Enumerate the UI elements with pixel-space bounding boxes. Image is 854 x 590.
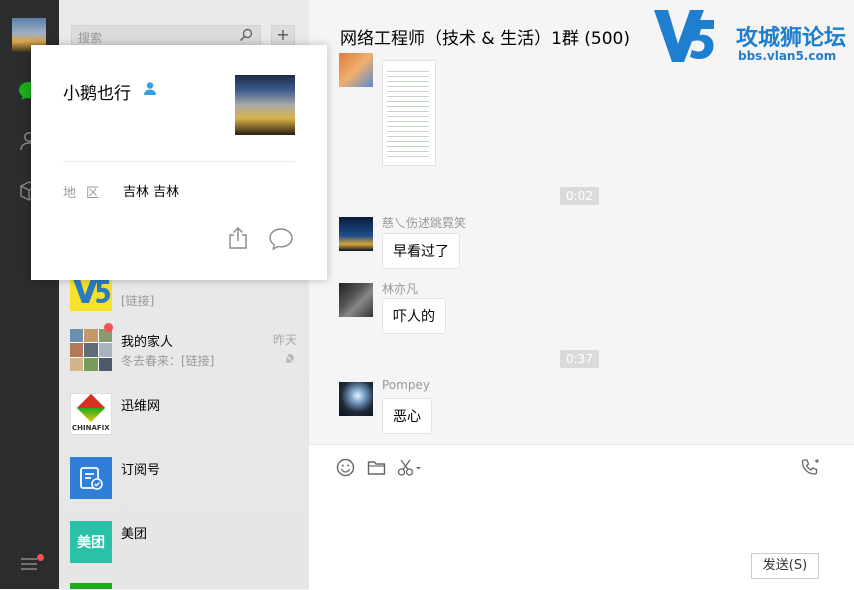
profile-photo[interactable] [235, 75, 295, 135]
message-sender: 林亦凡 [382, 282, 419, 296]
emoji-icon[interactable] [336, 458, 355, 481]
message-bubble: 早看过了 [382, 233, 460, 269]
message-bubble: 恶心 [382, 398, 432, 434]
search-icon [238, 27, 254, 43]
profile-name: 小鹅也行 [63, 84, 131, 104]
add-chat-button[interactable]: + [271, 25, 295, 46]
contact-avatar-partial [70, 583, 112, 589]
chinafix-logo-text: CHINAFIX [72, 424, 110, 432]
share-icon[interactable] [228, 226, 248, 254]
message-avatar [339, 53, 373, 87]
message-avatar [339, 283, 373, 317]
message-sender: 慈乀伤述跳霓笑 [382, 216, 467, 230]
list-item[interactable]: CHINAFIX 迅维网 [59, 385, 309, 449]
contact-avatar: 美团 [70, 521, 112, 563]
timestamp: 0:02 [560, 187, 599, 205]
unread-badge [104, 323, 113, 332]
list-item[interactable]: 我的家人 冬去春来：[链接] 昨天 [59, 321, 309, 385]
contact-name: 美团 [121, 527, 148, 542]
message-sender: Pompey [382, 378, 430, 392]
screenshot-scissors-icon[interactable] [397, 458, 423, 481]
message-avatar [339, 382, 373, 416]
mute-bell-icon [283, 351, 297, 370]
card-divider [63, 161, 295, 162]
menu-notification-dot [37, 554, 44, 561]
region-value: 吉林 吉林 [123, 185, 180, 200]
list-item[interactable]: 美团 美团 [59, 513, 309, 577]
search-input[interactable]: 搜索 [71, 25, 261, 46]
watermark-logo: 攻城狮论坛 bbs.vlan5.com [652, 6, 852, 66]
subscription-icon [70, 457, 112, 499]
message-avatar [339, 217, 373, 251]
contact-avatar [70, 329, 112, 371]
contact-subtitle: 冬去春来：[链接] [121, 354, 215, 368]
chat-title: 网络工程师（技术 & 生活）1群 (500) [340, 29, 630, 49]
contact-name: 迅维网 [121, 399, 161, 414]
contact-name: 订阅号 [121, 463, 161, 478]
send-message-bubble-icon[interactable] [268, 227, 294, 255]
message-bubble: 吓人的 [382, 298, 446, 334]
logo-brand-text: 攻城狮论坛 [736, 26, 847, 51]
logo-url-text: bbs.vlan5.com [738, 49, 837, 63]
timestamp: 0:37 [560, 350, 599, 368]
message-image-screenshot[interactable] [382, 60, 436, 166]
contact-subtitle: [链接] [121, 294, 155, 308]
region-label: 地区 [63, 186, 110, 201]
meituan-logo-text: 美团 [77, 535, 105, 551]
call-icon[interactable] [801, 458, 821, 480]
gender-person-icon [143, 81, 157, 100]
list-item[interactable]: 订阅号 [59, 449, 309, 513]
contact-avatar: CHINAFIX [70, 393, 112, 435]
contact-name: 我的家人 [121, 335, 174, 350]
send-button[interactable]: 发送(S) [751, 553, 819, 579]
folder-icon[interactable] [367, 459, 386, 480]
contact-time: 昨天 [272, 333, 297, 347]
